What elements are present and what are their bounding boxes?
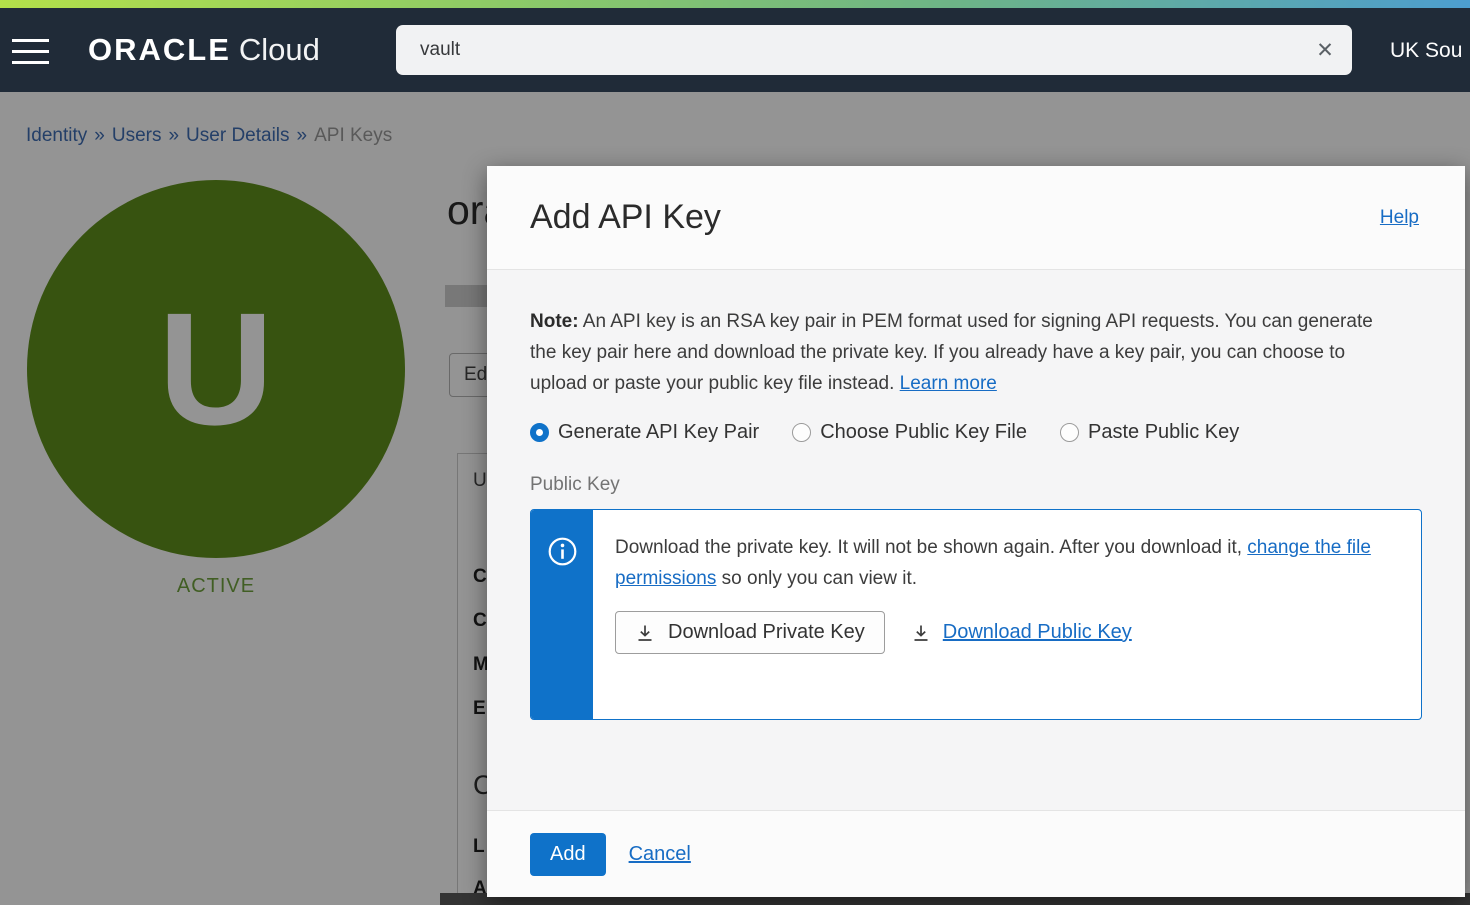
download-public-key-link[interactable]: Download Public Key — [943, 621, 1132, 644]
radio-paste-public-key[interactable]: Paste Public Key — [1060, 421, 1239, 444]
add-api-key-dialog: Add API Key Help Note: An API key is an … — [487, 166, 1465, 897]
search-input[interactable] — [396, 39, 1298, 61]
oracle-cloud-logo[interactable]: ORACLECloud — [88, 32, 320, 68]
note-label: Note: — [530, 311, 579, 332]
logo-oracle-text: ORACLE — [88, 32, 231, 67]
region-selector[interactable]: UK Sou — [1390, 39, 1462, 63]
brand-gradient-strip — [0, 0, 1470, 8]
radio-unselected-icon — [792, 423, 811, 442]
logo-cloud-text: Cloud — [239, 32, 320, 67]
public-key-field-label: Public Key — [530, 474, 1422, 496]
radio-choose-public-key-file[interactable]: Choose Public Key File — [792, 421, 1027, 444]
download-private-key-button[interactable]: Download Private Key — [615, 611, 885, 654]
help-link[interactable]: Help — [1380, 207, 1419, 229]
search-clear-icon[interactable]: ✕ — [1298, 38, 1352, 63]
dialog-title: Add API Key — [530, 198, 721, 237]
download-icon — [635, 623, 655, 643]
cancel-link[interactable]: Cancel — [629, 843, 691, 866]
radio-selected-icon — [530, 423, 549, 442]
info-icon — [547, 536, 578, 567]
top-navbar: ORACLECloud ✕ UK Sou — [0, 8, 1470, 92]
info-banner: Download the private key. It will not be… — [530, 509, 1422, 720]
download-actions-row: Download Private Key Download Public Key — [615, 611, 1405, 654]
note-paragraph: Note: An API key is an RSA key pair in P… — [530, 306, 1390, 399]
global-search: ✕ — [396, 25, 1352, 75]
download-public-key-action: Download Public Key — [911, 621, 1132, 644]
info-banner-stripe — [531, 510, 593, 719]
dialog-footer: Add Cancel — [487, 810, 1465, 897]
radio-generate-api-key-pair[interactable]: Generate API Key Pair — [530, 421, 759, 444]
dialog-body: Note: An API key is an RSA key pair in P… — [487, 270, 1465, 810]
info-banner-content: Download the private key. It will not be… — [593, 510, 1422, 719]
download-icon — [911, 623, 931, 643]
dialog-header: Add API Key Help — [487, 166, 1465, 270]
add-button[interactable]: Add — [530, 833, 606, 876]
info-banner-text: Download the private key. It will not be… — [615, 532, 1405, 594]
key-source-radio-group: Generate API Key Pair Choose Public Key … — [530, 421, 1422, 444]
radio-unselected-icon — [1060, 423, 1079, 442]
hamburger-menu-icon[interactable] — [12, 39, 49, 67]
learn-more-link[interactable]: Learn more — [900, 373, 997, 394]
